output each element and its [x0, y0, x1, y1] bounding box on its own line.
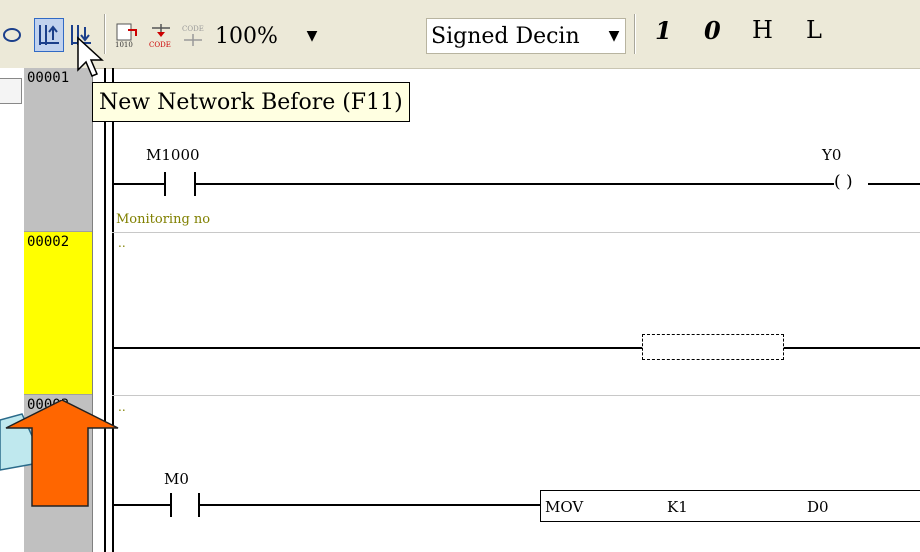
instruction-name: MOV	[545, 498, 584, 516]
decompile-button: CODE	[178, 18, 208, 52]
contact-m0[interactable]	[170, 493, 172, 517]
network-gutter-2[interactable]: 00002	[24, 232, 92, 395]
compile-binary-icon: 1010	[115, 23, 137, 48]
edit-cursor-box[interactable]	[642, 334, 784, 360]
svg-text:CODE: CODE	[182, 25, 204, 33]
network-gutter-1[interactable]: 00001	[24, 68, 92, 232]
scroll-tab[interactable]	[0, 78, 22, 104]
coil-label-y0: Y0	[822, 146, 842, 164]
chevron-down-icon: ▼	[306, 28, 318, 44]
display-format-value: Signed Decin	[431, 23, 580, 49]
coil-y0[interactable]: ( )	[834, 172, 853, 192]
zoom-select[interactable]: 100% ▼	[210, 18, 324, 54]
zoom-value: 100%	[215, 23, 278, 49]
network-comment: Monitoring no	[116, 212, 211, 227]
tooltip: New Network Before (F11)	[92, 82, 410, 122]
annotation-overlay	[0, 400, 119, 507]
display-format-select[interactable]: Signed Decin ▼	[426, 18, 626, 54]
function-block-mov[interactable]: MOV K1 D0	[540, 490, 920, 522]
set-off-button[interactable]: 0	[704, 16, 721, 45]
svg-text:1010: 1010	[115, 41, 133, 48]
operand-destination: D0	[807, 498, 829, 516]
network-number: 00002	[27, 234, 70, 250]
compile-to-code-button[interactable]: CODE	[146, 18, 176, 52]
insert-network-above-icon	[39, 25, 59, 45]
set-high-button[interactable]: H	[752, 16, 773, 44]
toolbar: 1010 CODE CODE 100% ▼ Signed Decin ▼ 1 0…	[0, 0, 920, 69]
mouse-cursor-icon	[77, 36, 104, 77]
compile-code-icon: CODE	[149, 24, 171, 48]
contact-m1000[interactable]	[164, 172, 166, 196]
set-low-button[interactable]: L	[806, 16, 822, 44]
chevron-down-icon: ▼	[608, 28, 620, 44]
contact-label-m1000: M1000	[146, 146, 200, 164]
network-number: 00001	[27, 70, 70, 86]
new-network-before-button[interactable]	[34, 18, 64, 52]
contact-label-m0: M0	[164, 470, 189, 488]
set-on-button[interactable]: 1	[655, 16, 672, 45]
operand-source: K1	[667, 498, 688, 516]
decompile-disabled-icon: CODE	[182, 25, 204, 46]
compile-to-binary-button[interactable]: 1010	[112, 18, 142, 52]
network-comment: ..	[118, 236, 126, 250]
select-mode-icon[interactable]	[0, 18, 24, 52]
svg-text:CODE: CODE	[149, 41, 171, 48]
